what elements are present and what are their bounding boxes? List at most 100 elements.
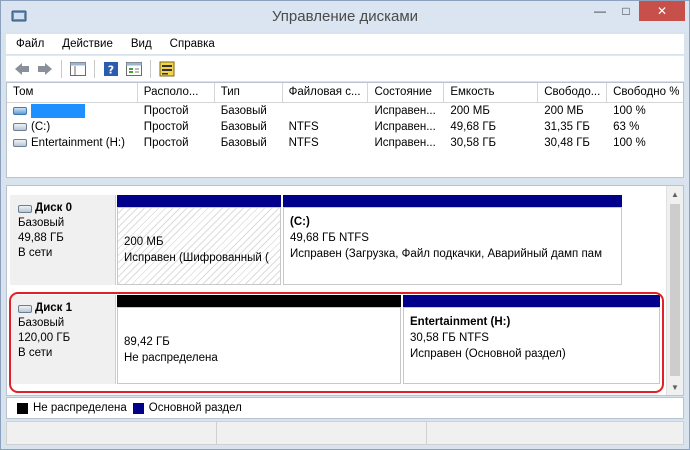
disk-1-partition-entertainment[interactable]: Entertainment (H:) 30,58 ГБ NTFS Исправе…: [403, 295, 660, 384]
status-bar: [6, 421, 684, 445]
disk-0-type: Базовый: [18, 217, 65, 229]
console-tree-button[interactable]: [68, 59, 88, 79]
toolbar: ?: [6, 55, 684, 81]
legend-label: Основной раздел: [148, 402, 242, 414]
column-header-free-space[interactable]: Свободо...: [538, 83, 608, 103]
forward-button[interactable]: [35, 59, 55, 79]
partition-title: Entertainment (H:): [410, 316, 511, 328]
column-header-layout[interactable]: Располо...: [138, 83, 215, 103]
legend-bar: Не распределена Основной раздел: [6, 397, 684, 419]
volume-capacity: 49,68 ГБ: [450, 121, 497, 133]
volume-filesystem: [283, 103, 369, 119]
partition-status: Исправен (Шифрованный (: [124, 252, 269, 264]
volume-icon: [13, 138, 27, 147]
partition-size: 49,68 ГБ NTFS: [290, 232, 369, 244]
menu-action[interactable]: Действие: [52, 38, 121, 50]
status-pane: [427, 422, 683, 444]
volume-free-space: 31,35 ГБ: [544, 121, 590, 133]
partition-title: (C:): [290, 216, 310, 228]
disk-0-row: Диск 0 Базовый 49,88 ГБ В сети 200 МБ Ис…: [10, 195, 665, 285]
minimize-icon: —: [594, 4, 606, 18]
status-pane: [7, 422, 217, 444]
disk-1-state: В сети: [18, 347, 53, 359]
close-button[interactable]: ✕: [639, 1, 685, 21]
volume-layout: Простой: [143, 105, 189, 117]
partition-size: 200 МБ: [124, 236, 164, 248]
menu-file[interactable]: Файл: [6, 38, 52, 50]
maximize-button[interactable]: □: [613, 1, 639, 21]
disk-0-partition-c[interactable]: (C:) 49,68 ГБ NTFS Исправен (Загрузка, Ф…: [283, 195, 622, 285]
disk-1-label[interactable]: Диск 1 Базовый 120,00 ГБ В сети: [10, 295, 116, 384]
volume-type: Базовый: [220, 137, 267, 149]
volume-row[interactable]: Entertainment (H:) Простой Базовый NTFS …: [7, 135, 683, 151]
forward-icon: [38, 62, 52, 75]
svg-text:?: ?: [108, 63, 114, 76]
partition-size: 89,42 ГБ: [124, 336, 170, 348]
volume-status: Исправен...: [374, 137, 436, 149]
maximize-icon: □: [622, 4, 630, 18]
status-pane: [217, 422, 427, 444]
menu-help[interactable]: Справка: [160, 38, 223, 50]
disk-1-name-line: Диск 1: [18, 301, 115, 316]
volume-name-cell: Entertainment (H:): [7, 135, 138, 151]
volume-free-space: 200 МБ: [544, 105, 584, 117]
volume-type: Базовый: [220, 121, 267, 133]
properties-button[interactable]: [124, 59, 144, 79]
column-header-capacity[interactable]: Емкость: [444, 83, 539, 103]
disk-1-row: Диск 1 Базовый 120,00 ГБ В сети 89,42 ГБ…: [10, 295, 665, 384]
volume-free-percent: 100 %: [613, 137, 646, 149]
column-header-type[interactable]: Тип: [215, 83, 283, 103]
column-header-status[interactable]: Состояние: [368, 83, 445, 103]
back-button[interactable]: [12, 59, 32, 79]
volume-free-space: 30,48 ГБ: [544, 137, 590, 149]
volume-name: Entertainment (H:): [31, 137, 125, 149]
volume-capacity: 30,58 ГБ: [450, 137, 497, 149]
menu-view[interactable]: Вид: [121, 38, 160, 50]
scroll-thumb[interactable]: [670, 204, 680, 376]
toolbar-separator: [61, 59, 62, 78]
volume-name-cell: [7, 103, 138, 119]
title-bar[interactable]: Управление дисками — □ ✕: [1, 1, 689, 32]
column-header-volume[interactable]: Том: [7, 83, 138, 103]
volume-filesystem: NTFS: [288, 121, 319, 133]
help-button[interactable]: ?: [101, 59, 121, 79]
partition-type-bar: [403, 295, 660, 307]
volume-free-percent: 100 %: [613, 105, 646, 117]
disk-1-size: 120,00 ГБ: [18, 332, 71, 344]
partition-body: 89,42 ГБ Не распределена: [117, 307, 401, 384]
disk-0-partition-system-reserved[interactable]: 200 МБ Исправен (Шифрованный (: [117, 195, 281, 285]
scroll-down-button[interactable]: ▼: [667, 379, 683, 395]
volume-layout: Простой: [143, 137, 189, 149]
properties-icon: [126, 61, 142, 76]
disk-settings-button[interactable]: [157, 59, 177, 79]
disk-icon: [18, 204, 32, 213]
console-tree-icon: [70, 61, 86, 76]
disk-1-partition-unallocated[interactable]: 89,42 ГБ Не распределена: [117, 295, 401, 384]
volume-name-cell: (C:): [7, 119, 138, 135]
legend-item-unallocated: Не распределена: [17, 402, 127, 414]
disk-0-label[interactable]: Диск 0 Базовый 49,88 ГБ В сети: [10, 195, 116, 285]
graph-vertical-scrollbar[interactable]: ▲ ▼: [666, 186, 683, 395]
volume-row[interactable]: (C:) Простой Базовый NTFS Исправен... 49…: [7, 119, 683, 135]
column-header-filesystem[interactable]: Файловая с...: [283, 83, 369, 103]
volume-name: (C:): [31, 121, 51, 133]
disk-graphical-view: Диск 0 Базовый 49,88 ГБ В сети 200 МБ Ис…: [6, 185, 684, 396]
minimize-button[interactable]: —: [587, 1, 613, 21]
help-icon: ?: [104, 61, 118, 76]
disk-1-type: Базовый: [18, 317, 65, 329]
volume-status: Исправен...: [374, 105, 436, 117]
volume-list-header: Том Располо... Тип Файловая с... Состоян…: [7, 83, 683, 103]
partition-body: 200 МБ Исправен (Шифрованный (: [117, 207, 281, 285]
chevron-up-icon: ▲: [671, 189, 679, 199]
volume-list: Том Располо... Тип Файловая с... Состоян…: [6, 82, 684, 178]
column-header-free-percent[interactable]: Свободно %: [607, 83, 683, 103]
scroll-up-button[interactable]: ▲: [667, 186, 683, 202]
volume-row[interactable]: Простой Базовый Исправен... 200 МБ 200 М…: [7, 103, 683, 119]
back-icon: [15, 62, 29, 75]
window-title: Управление дисками: [271, 8, 419, 25]
partition-body: Entertainment (H:) 30,58 ГБ NTFS Исправе…: [403, 307, 660, 384]
disk-0-state: В сети: [18, 247, 53, 259]
legend-swatch-unallocated: [17, 402, 28, 414]
volume-icon: [13, 122, 27, 131]
disk-settings-icon: [159, 61, 175, 76]
